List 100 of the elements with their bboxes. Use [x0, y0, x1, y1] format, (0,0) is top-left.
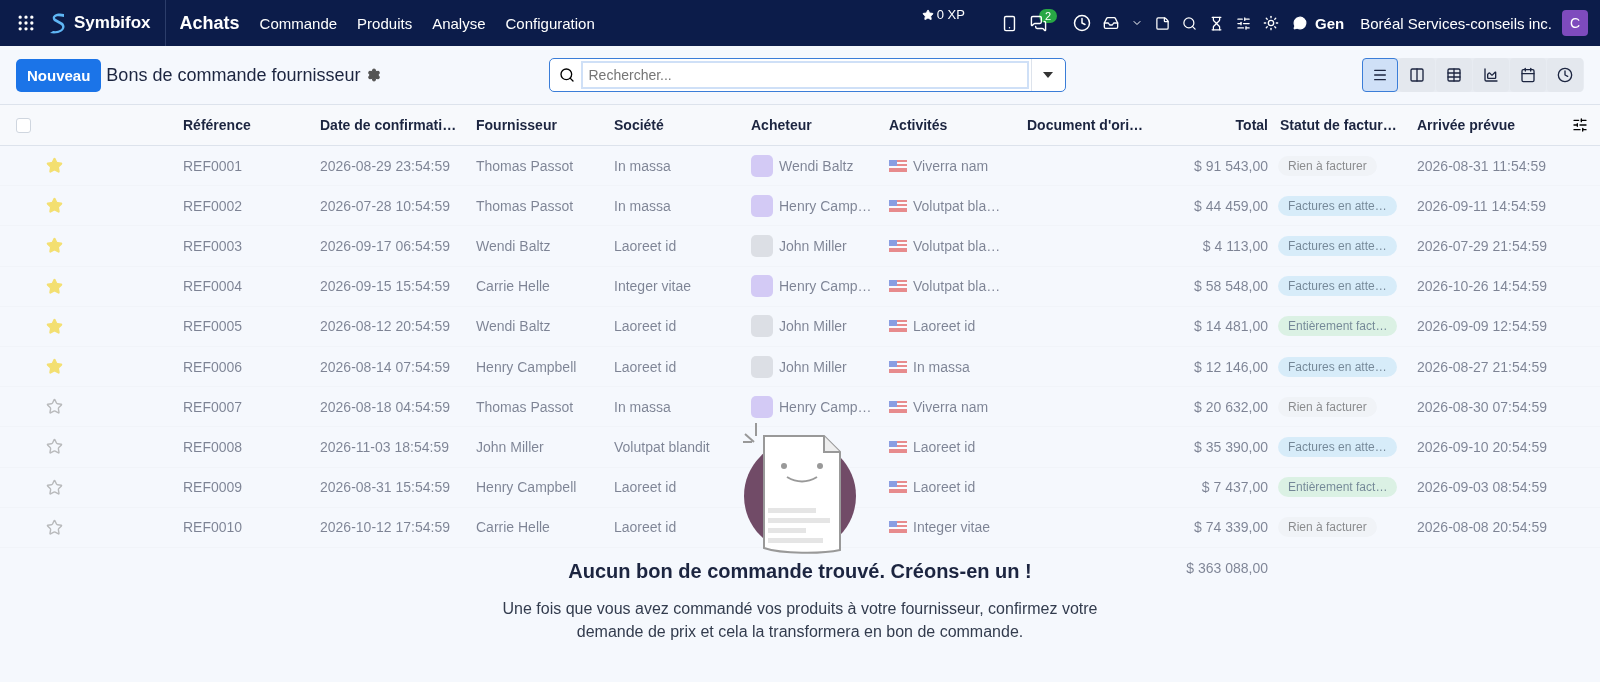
table-cell: Henry Camp… — [779, 278, 872, 295]
table-cell: $ 12 146,00 — [1194, 358, 1268, 375]
status-badge: Factures en atte… — [1278, 276, 1397, 297]
graph-view-button[interactable] — [1473, 58, 1509, 92]
table-cell: $ 91 543,00 — [1194, 157, 1268, 174]
table-cell: Laoreet id — [614, 237, 677, 254]
column-header[interactable]: Fournisseur — [468, 117, 606, 133]
search-icon[interactable] — [1182, 15, 1198, 31]
list-icon — [1372, 67, 1388, 83]
page-title: Bons de commande fournisseur — [106, 64, 361, 86]
table-cell: In massa — [614, 398, 671, 415]
table-cell: $ 4 113,00 — [1202, 237, 1268, 254]
column-settings-icon[interactable] — [1572, 117, 1588, 133]
table-cell: 2026-09-10 20:54:59 — [1417, 438, 1547, 455]
column-header[interactable]: Document d'ori… — [1019, 117, 1160, 133]
favorite-star-icon[interactable] — [46, 277, 63, 295]
table-cell: In massa — [913, 358, 970, 375]
column-header[interactable]: Total — [1160, 117, 1272, 133]
table-cell: 2026-08-31 11:54:59 — [1417, 157, 1546, 174]
column-header[interactable]: Date de confirmati… — [312, 117, 468, 133]
table-cell: $ 58 548,00 — [1194, 278, 1268, 295]
favorite-star-icon[interactable] — [46, 438, 63, 456]
table-cell: 2026-09-09 12:54:59 — [1417, 318, 1547, 335]
kanban-view-button[interactable] — [1399, 58, 1435, 92]
table-cell: $ 7 437,00 — [1201, 479, 1268, 496]
new-button[interactable]: Nouveau — [16, 58, 102, 92]
table-cell: Wendi Baltz — [779, 157, 854, 174]
user-menu[interactable]: Gen — [1315, 14, 1345, 32]
activity-view-button[interactable] — [1547, 58, 1583, 92]
column-header[interactable]: Référence — [175, 117, 312, 133]
company-name[interactable]: Boréal Services-conseils inc. — [1360, 14, 1552, 32]
chat-icon[interactable] — [1029, 14, 1047, 32]
table-cell: Henry Camp… — [779, 398, 872, 415]
table-cell: 2026-08-30 07:54:59 — [1417, 398, 1547, 415]
status-badge: Factures en atte… — [1278, 235, 1397, 256]
table-cell: 2026-08-14 07:54:59 — [320, 358, 450, 375]
chat-bubble-icon[interactable] — [1293, 16, 1308, 30]
favorite-star-icon[interactable] — [46, 237, 63, 255]
favorite-star-icon[interactable] — [46, 157, 63, 175]
table-cell: John Miller — [779, 358, 847, 375]
table-cell: Integer vitae — [913, 519, 991, 536]
select-all-checkbox[interactable] — [16, 117, 31, 133]
favorite-star-icon[interactable] — [46, 358, 63, 376]
table-cell: Thomas Passot — [476, 157, 574, 174]
table-cell: 2026-08-29 23:54:59 — [320, 157, 450, 174]
buyer-avatar — [751, 234, 773, 257]
table-cell: Henry Campbell — [476, 358, 577, 375]
search-field[interactable]: Rechercher... — [548, 58, 1066, 92]
column-header[interactable]: Arrivée prévue — [1409, 117, 1560, 133]
sun-icon[interactable] — [1263, 15, 1280, 31]
table-cell: Volutpat bla… — [913, 278, 1001, 295]
app-name: Achats — [179, 12, 240, 34]
menu-item[interactable]: Produits — [357, 14, 413, 32]
app-grid-icon[interactable] — [16, 13, 36, 33]
favorite-star-icon[interactable] — [46, 317, 63, 335]
sliders-icon[interactable] — [1236, 15, 1252, 31]
pivot-view-button[interactable] — [1436, 58, 1472, 92]
menu-item[interactable]: Configuration — [505, 14, 595, 32]
table-cell: REF0008 — [183, 438, 243, 455]
table-cell: Volutpat bla… — [913, 237, 1001, 254]
column-header[interactable]: Statut de factur… — [1272, 117, 1409, 133]
list-view-button[interactable] — [1362, 58, 1398, 92]
inbox-icon[interactable] — [1103, 15, 1120, 31]
favorite-star-icon[interactable] — [46, 197, 63, 215]
column-header[interactable]: Activités — [881, 117, 1019, 133]
note-icon[interactable] — [1155, 15, 1171, 31]
flag-icon — [889, 481, 907, 494]
calendar-view-button[interactable] — [1510, 58, 1546, 92]
table-cell: John Miller — [779, 237, 847, 254]
search-icon — [558, 67, 575, 83]
table-cell: John Miller — [779, 318, 847, 335]
chat-count: 2 — [1038, 9, 1058, 23]
status-badge: Rien à facturer — [1278, 155, 1377, 176]
table-cell: REF0002 — [183, 197, 243, 214]
table-cell: 2026-08-08 20:54:59 — [1417, 519, 1547, 536]
flag-icon — [889, 159, 907, 172]
settings-icon[interactable] — [366, 68, 381, 82]
flag-icon — [889, 280, 907, 293]
calendar-icon — [1520, 67, 1536, 83]
table-cell: Wendi Baltz — [476, 237, 551, 254]
buyer-avatar — [751, 355, 773, 378]
favorite-star-icon[interactable] — [46, 398, 63, 416]
menu-item[interactable]: Commande — [259, 14, 338, 32]
star-icon — [921, 8, 934, 21]
user-avatar[interactable]: C — [1562, 10, 1588, 36]
table-cell: 2026-09-03 08:54:59 — [1417, 479, 1547, 496]
column-header[interactable]: Société — [606, 117, 743, 133]
favorite-star-icon[interactable] — [46, 518, 63, 536]
table-cell: Laoreet id — [614, 318, 677, 335]
buyer-avatar — [751, 395, 773, 418]
table-cell: Laoreet id — [614, 479, 677, 496]
status-badge: Entièrement fact… — [1278, 316, 1398, 337]
menu-item[interactable]: Analyse — [432, 14, 486, 32]
clock-icon[interactable] — [1073, 14, 1092, 32]
table-cell: In massa — [614, 157, 671, 174]
table-cell: Laoreet id — [913, 479, 976, 496]
table-cell: Wendi Baltz — [476, 318, 551, 335]
table-cell: Laoreet id — [913, 318, 976, 335]
column-header[interactable]: Acheteur — [743, 117, 881, 133]
favorite-star-icon[interactable] — [46, 478, 63, 496]
